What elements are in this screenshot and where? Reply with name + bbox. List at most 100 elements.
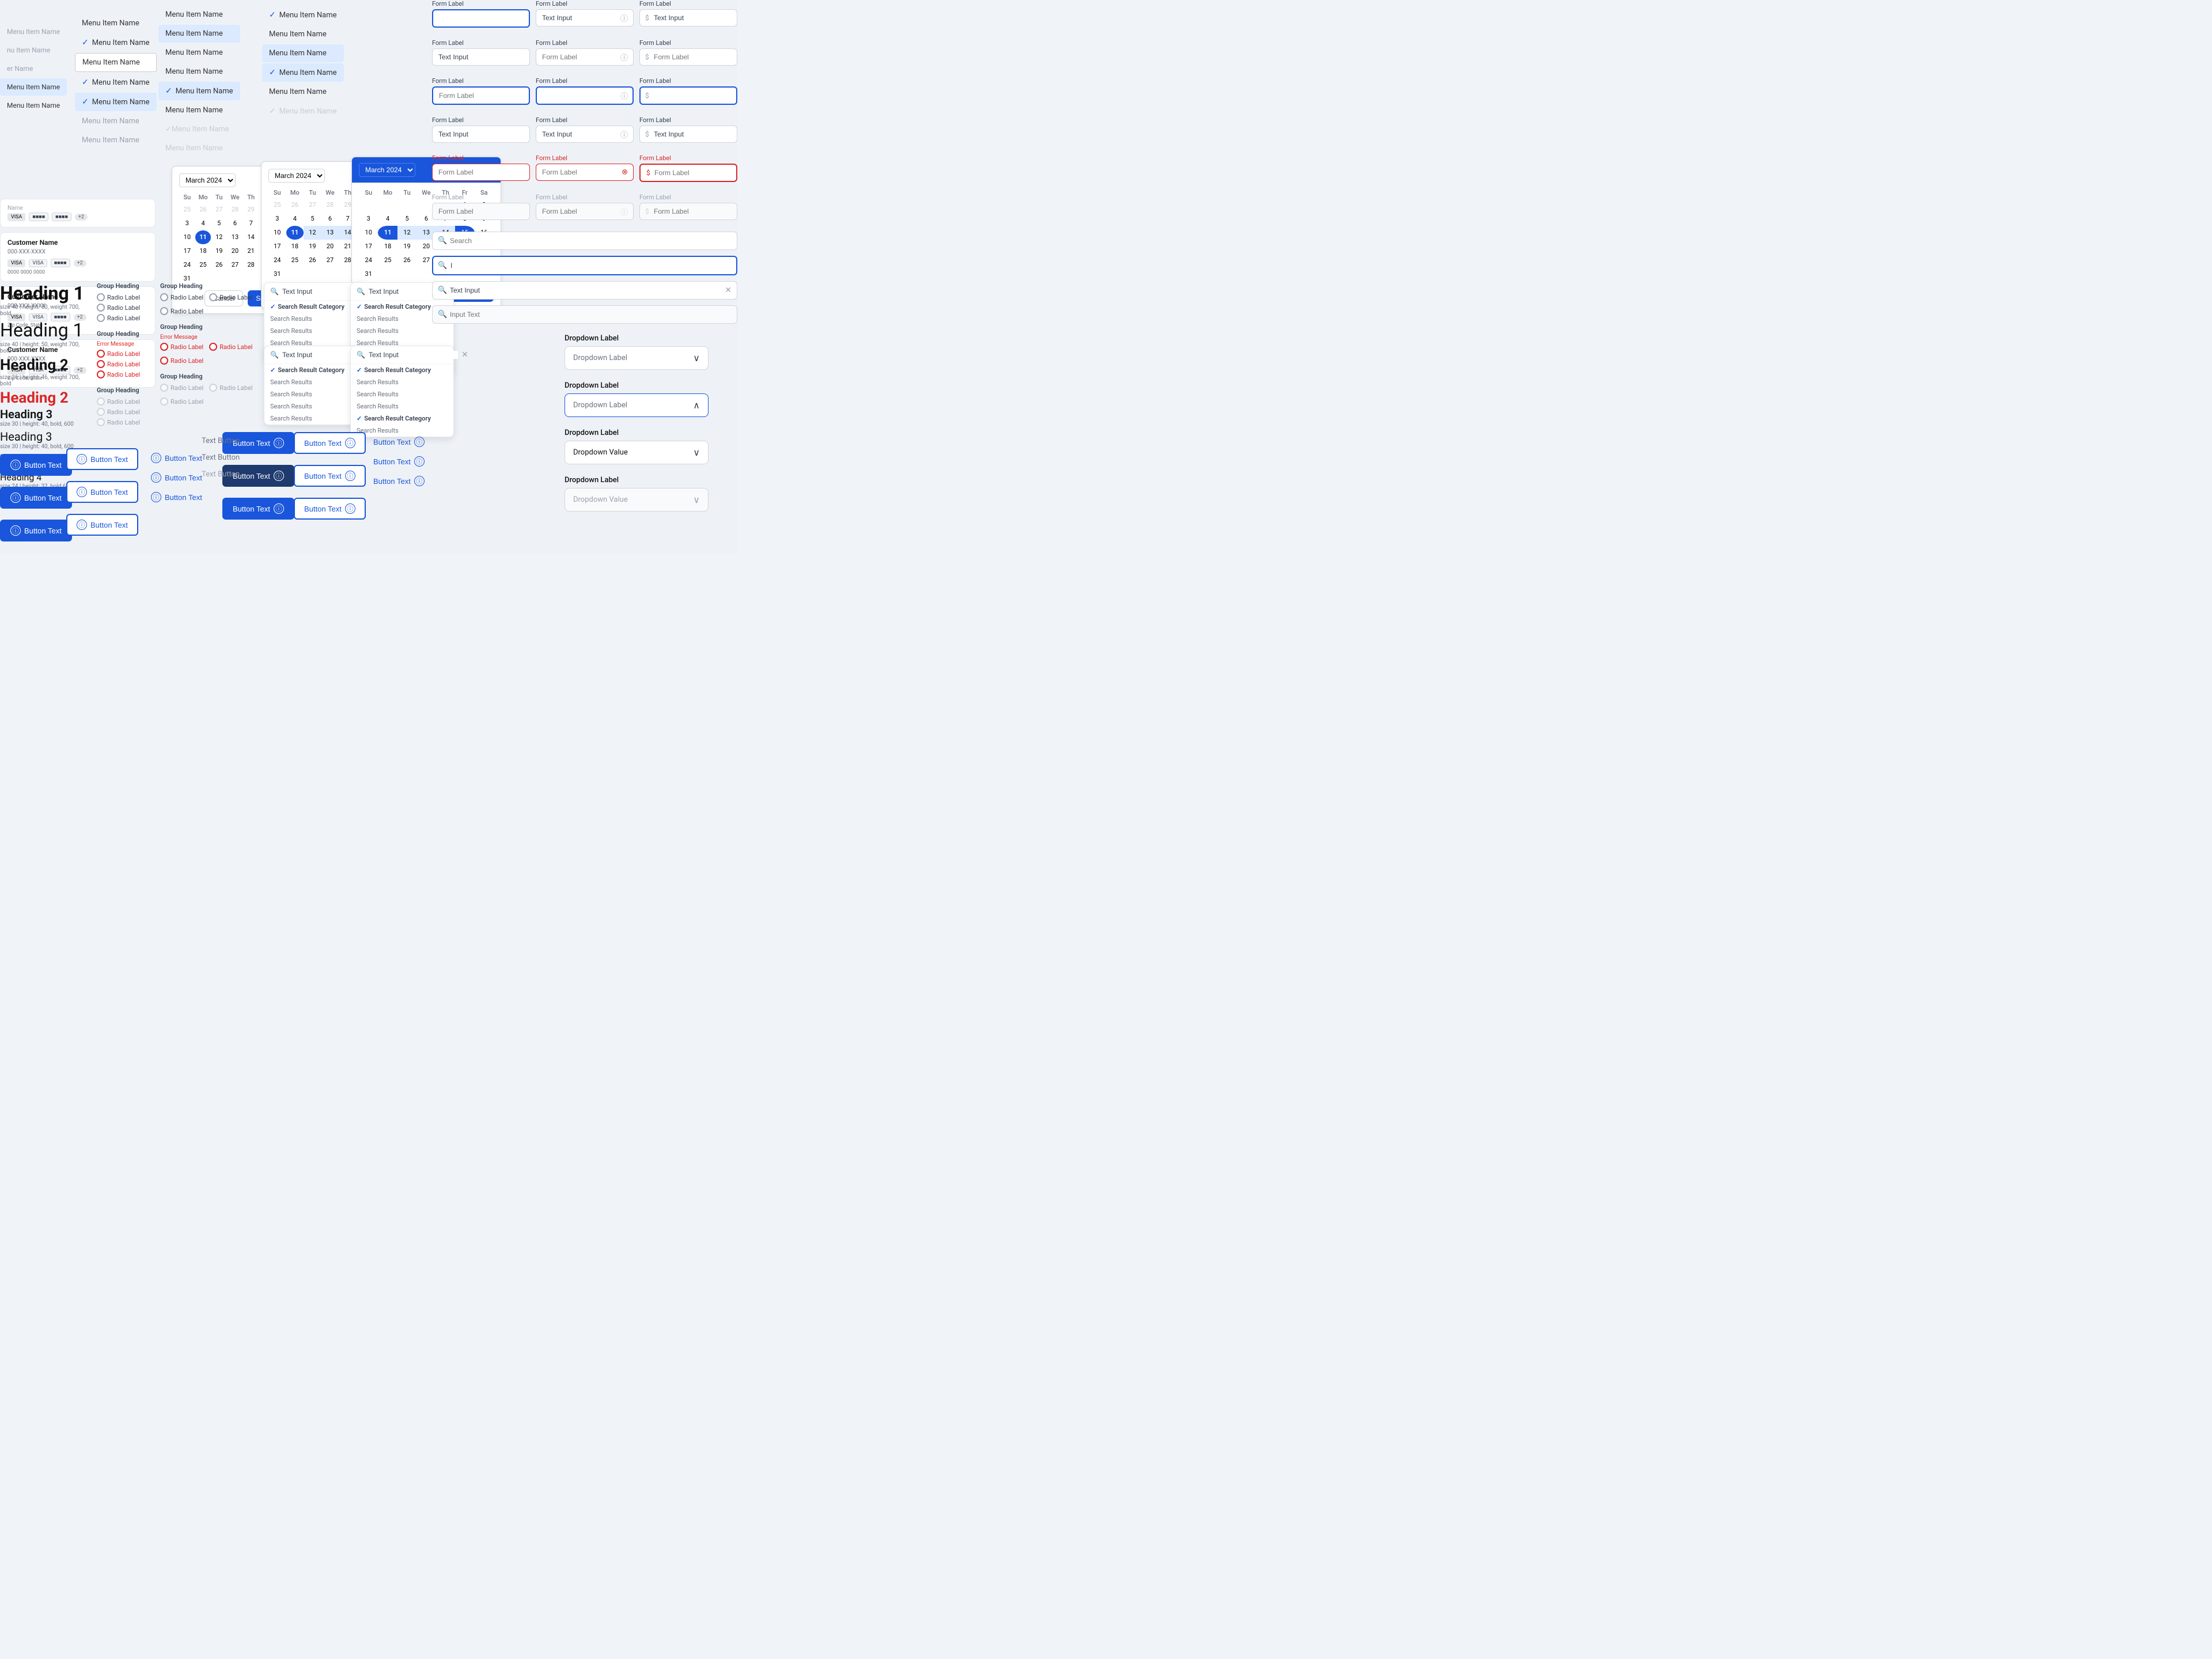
form-label: Form Label	[639, 0, 737, 7]
dropdown-value-2: Dropdown Label	[573, 401, 627, 410]
menu-item[interactable]: Menu Item Name	[158, 6, 240, 24]
menu-item[interactable]: ✓Menu Item Name	[262, 102, 344, 120]
radio-item[interactable]: Radio Label	[160, 293, 203, 301]
form-input-error[interactable]	[432, 164, 530, 181]
search-text-input[interactable]	[369, 351, 458, 359]
form-input-4-dollar[interactable]	[639, 126, 737, 143]
search-category[interactable]: ✓Search Result Category	[351, 412, 453, 425]
menu-item[interactable]: nu Item Name	[0, 41, 67, 59]
dropdown-select-4[interactable]: Dropdown Value ∨	[565, 488, 709, 512]
menu-item-highlighted[interactable]: ✓Menu Item Name	[75, 93, 157, 111]
outline-button-2[interactable]: ⓘ Button Text	[66, 481, 138, 503]
menu-col-4: ✓Menu Item Name Menu Item Name Menu Item…	[262, 0, 344, 122]
menu-item[interactable]: Menu Item Name	[75, 131, 157, 149]
search-result-item[interactable]: Search Results	[351, 376, 453, 388]
dropdown-label-3: Dropdown Label	[565, 429, 709, 437]
text-button-2[interactable]: ⓘ Button Text	[149, 468, 204, 487]
search-field-filled[interactable]	[432, 281, 737, 300]
info-icon: ⓘ	[10, 525, 21, 536]
form-input-dollar[interactable]	[639, 9, 737, 26]
menu-item-bordered[interactable]: Menu Item Name	[75, 53, 157, 72]
month-select[interactable]: March 2024	[268, 169, 325, 183]
search-result-item[interactable]: Search Results	[351, 388, 453, 400]
radio-item-error[interactable]: Radio Label	[160, 343, 203, 351]
radio-item-error[interactable]: Radio Label	[97, 370, 140, 378]
radio-item-error[interactable]: Radio Label	[209, 343, 252, 351]
text-button-label-3[interactable]: Text Button	[202, 470, 240, 479]
chevron-down-icon: ∨	[693, 494, 700, 505]
radio-item[interactable]: Radio Label	[97, 314, 140, 322]
menu-item-highlighted[interactable]: ✓Menu Item Name	[158, 82, 240, 100]
text-button-label[interactable]: Text Button	[202, 437, 240, 445]
radio-item[interactable]: Radio Label	[97, 293, 140, 301]
form-input-dollar-ph[interactable]	[639, 48, 737, 66]
form-input-4[interactable]	[432, 126, 530, 143]
dropdown-select-3[interactable]: Dropdown Value ∨	[565, 441, 709, 464]
form-label: Form Label	[639, 77, 737, 85]
outline-icon-btn-3[interactable]: Button Text ⓘ	[294, 498, 366, 520]
outline-icon-btn-1[interactable]: Button Text ⓘ	[294, 432, 366, 454]
solid-button-3[interactable]: ⓘ Button Text	[0, 520, 72, 541]
radio-item-error[interactable]: Radio Label	[97, 350, 140, 358]
month-select[interactable]: March 2024	[359, 163, 415, 177]
text-button-3[interactable]: ⓘ Button Text	[149, 487, 204, 507]
form-input-active[interactable]	[432, 9, 530, 28]
solid-dark-btn-3[interactable]: Button Text ⓘ	[222, 498, 294, 520]
menu-item[interactable]: Menu Item Name	[75, 112, 157, 130]
radio-item-error[interactable]: Radio Label	[97, 360, 140, 368]
form-input-disabled	[432, 203, 530, 220]
search-field-default[interactable]	[432, 232, 737, 250]
outline-icon-btn-2[interactable]: Button Text ⓘ	[294, 465, 366, 487]
dropdown-select-2[interactable]: Dropdown Label ∧	[565, 393, 709, 417]
search-field-active[interactable]	[432, 256, 737, 275]
menu-item[interactable]: Menu Item Name	[158, 44, 240, 62]
dropdown-select-1[interactable]: Dropdown Label ∨	[565, 346, 709, 370]
today-cell[interactable]: 11	[195, 230, 211, 244]
outline-button-3[interactable]: ⓘ Button Text	[66, 514, 138, 536]
radio-item[interactable]: Radio Label	[97, 304, 140, 312]
menu-item[interactable]: ✓Menu Item Name	[262, 6, 344, 24]
info-icon: ⓘ	[151, 453, 161, 463]
range-start-cell[interactable]: 11	[378, 226, 397, 240]
menu-item[interactable]: Menu Item Name	[262, 25, 344, 43]
menu-item[interactable]: Menu Item Name	[262, 83, 344, 101]
radio-item[interactable]: Radio Label	[209, 293, 252, 301]
menu-item[interactable]: Menu Item Name	[0, 23, 67, 40]
menu-item[interactable]: er Name	[0, 60, 67, 77]
close-icon[interactable]: ✕	[461, 351, 468, 359]
menu-item-check[interactable]: ✓Menu Item Name	[75, 33, 157, 52]
menu-item-highlighted[interactable]: ✓Menu Item Name	[262, 63, 344, 82]
menu-item[interactable]: Menu Item Name	[158, 101, 240, 119]
radio-item[interactable]: Radio Label	[160, 307, 203, 315]
outline-button-1[interactable]: ⓘ Button Text	[66, 448, 138, 470]
form-input-4-icon[interactable]	[536, 126, 634, 143]
text-icon-btn-2[interactable]: Button Text ⓘ	[371, 452, 427, 471]
menu-item[interactable]: Menu Item Name	[158, 63, 240, 81]
form-input-active-2[interactable]	[432, 86, 530, 105]
form-input-text[interactable]	[536, 9, 634, 26]
search-category[interactable]: ✓Search Result Category	[351, 364, 453, 376]
radio-item-error[interactable]: Radio Label	[160, 357, 203, 365]
today-cell[interactable]: 11	[286, 226, 304, 240]
form-input-placeholder[interactable]	[536, 48, 634, 66]
month-select[interactable]: March 2024	[179, 173, 236, 187]
text-button-label-2[interactable]: Text Button	[202, 453, 240, 462]
text-icon-btn-3[interactable]: Button Text ⓘ	[371, 471, 427, 491]
text-button-1[interactable]: ⓘ Button Text	[149, 448, 204, 468]
clear-icon[interactable]: ✕	[725, 286, 732, 295]
form-input-active-dollar[interactable]	[639, 86, 737, 105]
form-input-normal[interactable]	[432, 48, 530, 66]
menu-item-highlighted[interactable]: Menu Item Name	[158, 25, 240, 43]
solid-button-1[interactable]: ⓘ Button Text	[0, 454, 72, 476]
form-input-error-dollar[interactable]	[641, 165, 736, 181]
menu-item[interactable]: ✓Menu Item Name	[75, 73, 157, 92]
menu-item-highlighted[interactable]: Menu Item Name	[0, 78, 67, 96]
text-icon-btn-1[interactable]: Button Text ⓘ	[371, 432, 427, 452]
menu-item[interactable]: Menu Item Name	[75, 14, 157, 32]
form-input-active-icon[interactable]	[536, 86, 634, 105]
solid-button-2[interactable]: ⓘ Button Text	[0, 487, 72, 509]
form-input-error-icon[interactable]	[536, 164, 634, 181]
menu-item-highlighted[interactable]: Menu Item Name	[262, 44, 344, 62]
menu-item[interactable]: Menu Item Name	[0, 97, 67, 114]
search-result-item[interactable]: Search Results	[351, 400, 453, 412]
